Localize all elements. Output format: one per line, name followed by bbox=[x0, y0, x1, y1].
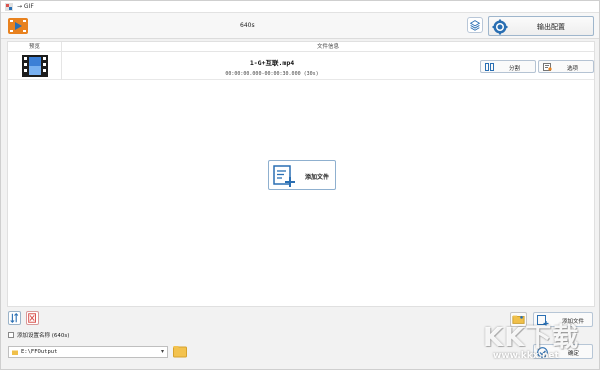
add-file-icon bbox=[537, 315, 549, 326]
toolbar: 640s 输出配置 bbox=[1, 13, 599, 39]
add-setting-name-checkbox[interactable] bbox=[8, 332, 14, 338]
output-config-button[interactable]: 输出配置 bbox=[488, 16, 594, 36]
add-file-center-label: 添加文件 bbox=[305, 174, 330, 181]
browse-folder-button[interactable] bbox=[173, 345, 187, 358]
split-label: 分割 bbox=[509, 66, 521, 72]
ok-button[interactable]: 确定 bbox=[533, 344, 593, 359]
add-file-center-button[interactable]: 添加文件 bbox=[268, 160, 336, 190]
app-window: → GIF 640s 输出配置 预览 文件信息 1-G+互联.mp4 00:00… bbox=[0, 0, 600, 370]
options-icon bbox=[543, 63, 552, 71]
column-header-preview: 预览 bbox=[8, 42, 62, 52]
window-title: → GIF bbox=[17, 3, 34, 10]
layers-button[interactable] bbox=[467, 17, 483, 33]
output-config-label: 输出配置 bbox=[537, 23, 565, 31]
check-circle-icon bbox=[537, 347, 548, 358]
table-header: 预览 文件信息 bbox=[8, 42, 594, 52]
folder-open-icon bbox=[512, 315, 525, 324]
column-header-file-info: 文件信息 bbox=[316, 44, 339, 50]
video-film-icon bbox=[22, 55, 48, 77]
folder-icon bbox=[12, 350, 18, 355]
file-time-range: 00:00:00.000-00:00:30.000 (30s) bbox=[225, 71, 319, 77]
output-path-value: E:\FFOutput bbox=[21, 349, 58, 355]
table-row[interactable]: 1-G+互联.mp4 00:00:00.000-00:00:30.000 (30… bbox=[8, 52, 594, 80]
ok-label: 确定 bbox=[568, 351, 580, 357]
gear-icon bbox=[492, 19, 508, 35]
options-button[interactable]: 选项 bbox=[538, 60, 594, 73]
app-logo-icon bbox=[5, 3, 13, 11]
split-icon bbox=[485, 63, 494, 71]
layers-icon bbox=[469, 20, 481, 31]
options-label: 选项 bbox=[567, 66, 579, 72]
file-name: 1-G+互联.mp4 bbox=[249, 59, 295, 67]
sort-button[interactable] bbox=[8, 311, 21, 325]
split-button[interactable]: 分割 bbox=[480, 60, 536, 73]
file-list-panel: 预览 文件信息 1-G+互联.mp4 00:00:00.000-00:00:30 bbox=[7, 41, 595, 307]
add-file-button[interactable]: 添加文件 bbox=[533, 312, 593, 327]
add-file-icon bbox=[273, 165, 295, 187]
add-file-label: 添加文件 bbox=[562, 319, 585, 325]
row-preview-cell bbox=[8, 52, 62, 80]
title-bar: → GIF bbox=[1, 1, 599, 13]
sort-icon bbox=[10, 313, 19, 323]
clear-icon bbox=[28, 313, 36, 323]
add-setting-name-label: 添加设置名称 (640s) bbox=[17, 333, 70, 339]
output-path-select[interactable]: E:\FFOutput ▾ bbox=[8, 346, 168, 358]
chevron-down-icon: ▾ bbox=[160, 348, 164, 355]
preset-label: 640s bbox=[240, 22, 255, 29]
video-converter-icon[interactable] bbox=[7, 16, 29, 36]
open-folder-button[interactable] bbox=[510, 312, 527, 327]
clear-list-button[interactable] bbox=[26, 311, 39, 325]
